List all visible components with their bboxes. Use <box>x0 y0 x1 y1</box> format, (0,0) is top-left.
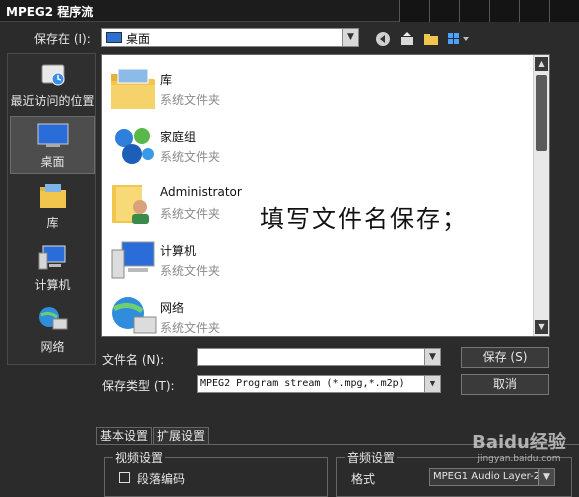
scroll-up-icon[interactable]: ▲ <box>535 57 548 71</box>
filetype-select[interactable]: MPEG2 Program stream (*.mpg,*.m2p) ▼ <box>197 375 441 393</box>
audio-settings-title: 音频设置 <box>345 449 398 466</box>
window-controls <box>399 0 579 22</box>
save-in-label: 保存在 (I): <box>34 32 91 46</box>
cancel-button[interactable]: 取消 <box>461 374 549 395</box>
tab-extended-settings[interactable]: 扩展设置 <box>153 427 210 445</box>
scroll-thumb[interactable] <box>536 75 547 151</box>
chevron-down-icon[interactable]: ▼ <box>538 469 554 485</box>
window-control-button[interactable] <box>399 0 429 22</box>
up-folder-button[interactable] <box>398 30 416 48</box>
watermark-brand: Baidu经验 <box>472 432 566 453</box>
homegroup-icon <box>115 128 154 164</box>
view-menu-button[interactable] <box>446 30 472 48</box>
watermark-url: jingyan.baidu.com <box>477 454 561 464</box>
new-folder-icon <box>424 34 438 45</box>
filename-input[interactable]: ▼ <box>197 348 441 366</box>
back-button[interactable] <box>374 30 392 48</box>
save-in-select[interactable]: 桌面 ▼ <box>101 28 359 47</box>
toolbar <box>374 30 472 48</box>
window-control-button[interactable] <box>489 0 519 22</box>
window-control-button[interactable] <box>459 0 489 22</box>
desktop-small-icon <box>106 32 122 43</box>
back-arrow-icon <box>376 32 390 46</box>
place-network[interactable]: 网络 <box>10 302 95 360</box>
save-button[interactable]: 保存 (S) <box>461 347 549 368</box>
user-folder-icon <box>112 185 149 224</box>
scroll-down-icon[interactable]: ▼ <box>535 320 548 334</box>
chevron-down-icon[interactable]: ▼ <box>424 376 440 392</box>
chevron-down-icon[interactable]: ▼ <box>342 29 358 46</box>
segment-encode-checkbox[interactable] <box>119 472 130 483</box>
window-control-button[interactable] <box>519 0 549 22</box>
place-recent[interactable]: 最近访问的位置 <box>10 56 95 114</box>
title-bar: MPEG2 程序流 <box>0 0 579 22</box>
places-bar: 最近访问的位置 桌面 库 计算机 网络 <box>7 53 96 365</box>
list-item[interactable]: 网络 系统文件夹 <box>106 289 406 336</box>
video-settings-title: 视频设置 <box>113 449 166 466</box>
network-icon <box>112 297 157 334</box>
desktop-icon <box>37 123 68 147</box>
computer-icon <box>38 245 65 270</box>
window-control-button[interactable] <box>429 0 459 22</box>
place-desktop[interactable]: 桌面 <box>10 116 95 174</box>
save-in-value: 桌面 <box>126 32 151 46</box>
window-title: MPEG2 程序流 <box>6 5 94 19</box>
place-computer[interactable]: 计算机 <box>10 240 95 298</box>
list-item[interactable]: 计算机 系统文件夹 <box>106 232 406 288</box>
list-item[interactable]: 库 系统文件夹 <box>106 61 406 117</box>
chevron-down-icon[interactable]: ▼ <box>424 349 440 365</box>
file-list[interactable]: 库 系统文件夹 家庭组 系统文件夹 Administrator 系统文件夹 计算… <box>101 54 550 337</box>
window-control-button[interactable] <box>549 0 579 22</box>
filename-label: 文件名 (N): <box>102 353 165 367</box>
watermark: Baidu经验 jingyan.baidu.com <box>464 428 574 464</box>
segment-encode-label: 段落编码 <box>137 472 186 486</box>
network-icon <box>38 307 67 330</box>
view-grid-icon <box>448 33 469 44</box>
place-library[interactable]: 库 <box>10 178 95 236</box>
annotation-text: 填写文件名保存； <box>260 205 468 233</box>
library-icon <box>39 184 66 208</box>
vertical-scrollbar[interactable]: ▲ ▼ <box>533 55 549 336</box>
tab-basic-settings[interactable]: 基本设置 <box>96 427 153 445</box>
library-folder-icon <box>111 68 155 109</box>
computer-icon <box>111 241 155 279</box>
settings-tabs: 基本设置 扩展设置 <box>96 427 210 445</box>
up-folder-icon <box>401 32 413 45</box>
filetype-label: 保存类型 (T): <box>102 379 175 393</box>
list-item[interactable]: 家庭组 系统文件夹 <box>106 118 406 174</box>
new-folder-button[interactable] <box>422 30 440 48</box>
audio-format-select[interactable]: MPEG1 Audio Layer-2 ▼ <box>429 468 555 486</box>
video-settings-group: 视频设置 段落编码 <box>104 449 328 497</box>
recent-places-icon <box>41 64 64 86</box>
audio-format-label: 格式 <box>351 472 376 486</box>
